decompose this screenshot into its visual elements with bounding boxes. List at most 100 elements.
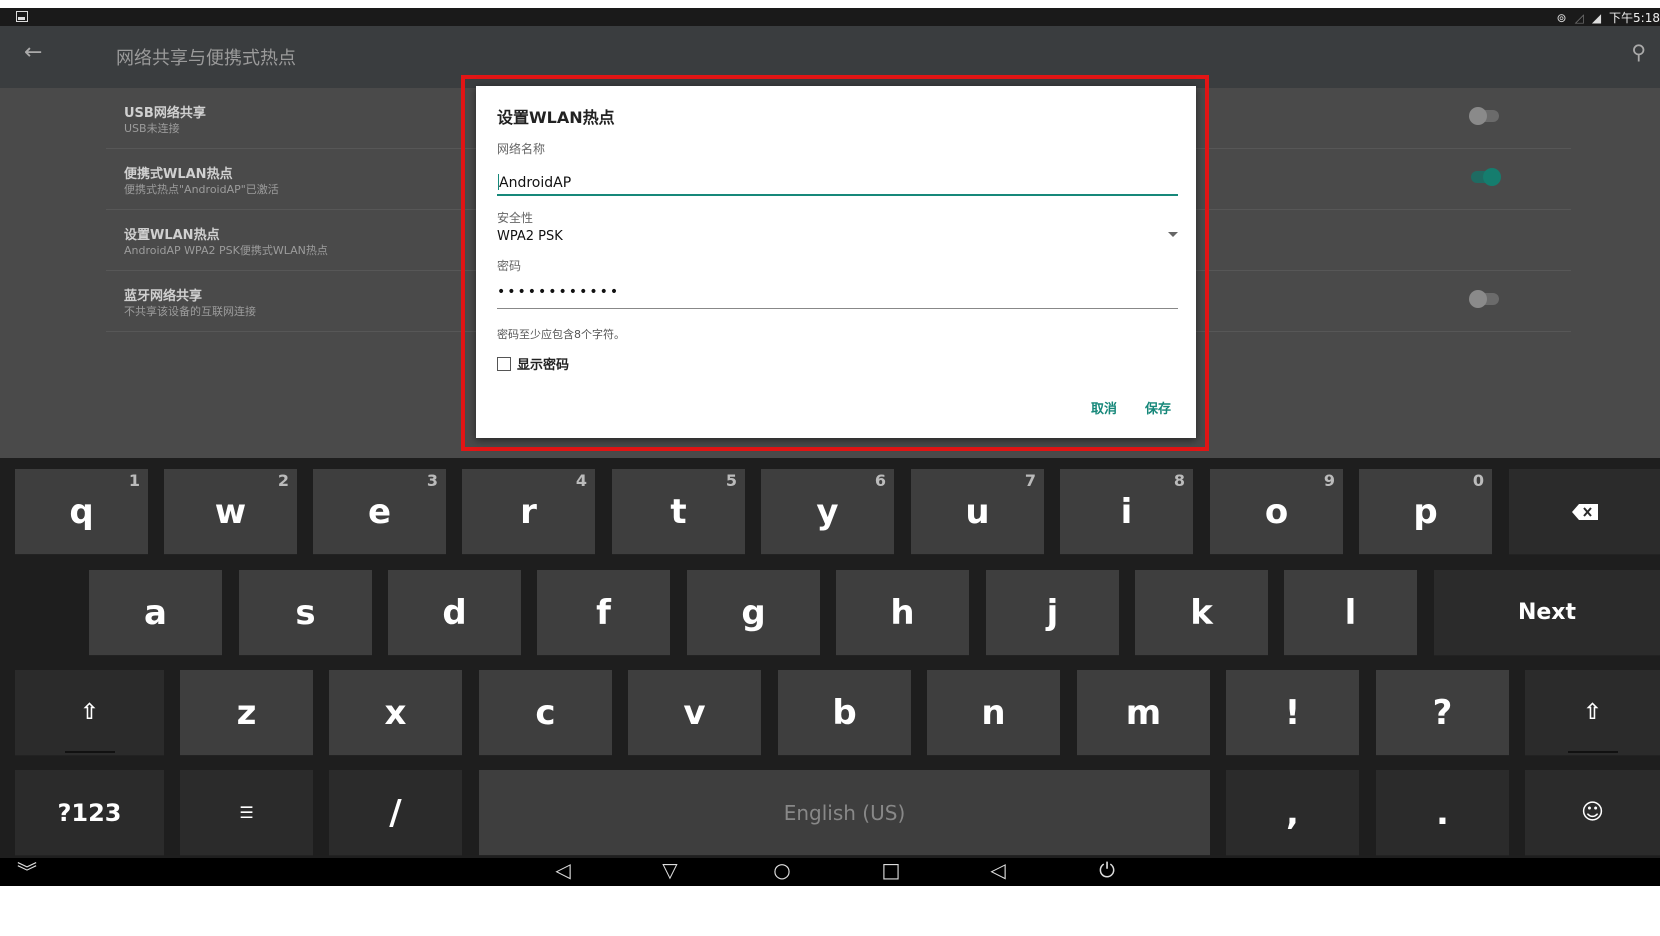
key-j[interactable]: j [986,570,1119,656]
key-label: w [214,491,247,532]
key-hint: 3 [426,471,438,490]
key-hint: 7 [1024,471,1036,490]
wlan-hotspot-toggle[interactable] [1471,168,1501,186]
android-screen: ⊚ ◿ ◢ 下午5:18 ← 网络共享与便携式热点 ⚲ USB网络共享 USB未… [0,8,1660,936]
key-u[interactable]: u7 [911,469,1044,555]
show-password-checkbox[interactable]: 显示密码 [497,354,569,373]
key-question[interactable]: ? [1376,670,1509,756]
sliders-icon: ☰ [239,803,254,822]
password-value: •••••••••••• [497,284,621,300]
key-l[interactable]: l [1284,570,1417,656]
key-q[interactable]: q1 [15,469,148,555]
ssid-value: AndroidAP [499,175,572,191]
key-c[interactable]: c [479,670,612,756]
save-button[interactable]: 保存 [1145,398,1171,417]
key-m[interactable]: m [1077,670,1210,756]
key-label: y [816,491,839,532]
dropdown-arrow-icon [1168,232,1178,237]
setting-title: 设置WLAN热点 [124,228,220,243]
key-f[interactable]: f [537,570,670,656]
settings-key[interactable]: ☰ [180,770,313,856]
volume-down-icon[interactable]: ◁ [548,858,578,882]
key-n[interactable]: n [927,670,1060,756]
key-h[interactable]: h [836,570,969,656]
next-key[interactable]: Next [1434,570,1660,656]
volume-up-icon[interactable]: ◁ [983,858,1013,882]
smiley-icon: ☺ [1581,800,1604,825]
key-i[interactable]: i8 [1060,469,1193,555]
dialog-title: 设置WLAN热点 [497,108,615,127]
setting-title: USB网络共享 [124,106,206,121]
key-label: u [965,491,990,532]
key-p[interactable]: p0 [1359,469,1492,555]
shift-icon: ⇧ [1583,700,1602,725]
back-arrow-icon[interactable]: ← [24,40,42,65]
hide-keyboard-icon[interactable]: ︾ [12,858,42,884]
symbols-key[interactable]: ?123 [15,770,164,856]
key-x[interactable]: x [329,670,462,756]
space-key[interactable]: English (US) [479,770,1210,856]
key-y[interactable]: y6 [761,469,894,555]
usb-tethering-toggle[interactable] [1469,107,1499,125]
backspace-key[interactable] [1509,469,1660,555]
toggle-knob [1469,107,1487,125]
home-circle-icon[interactable]: ○ [767,858,797,882]
key-g[interactable]: g [687,570,820,656]
key-hint: 6 [874,471,886,490]
security-label: 安全性 [497,211,534,225]
back-triangle-icon[interactable]: ▽ [655,858,685,882]
page-title: 网络共享与便携式热点 [116,48,296,69]
key-b[interactable]: b [778,670,911,756]
power-icon[interactable]: ⏻ [1092,858,1122,882]
search-icon[interactable]: ⚲ [1631,40,1646,64]
key-comma[interactable]: , [1226,770,1359,856]
key-label: t [670,491,687,532]
key-hint: 4 [575,471,587,490]
show-password-label: 显示密码 [517,358,570,373]
key-slash[interactable]: / [329,770,462,856]
emoji-key[interactable]: ☺ [1525,770,1660,856]
setting-title: 蓝牙网络共享 [124,289,203,304]
password-label: 密码 [497,259,522,273]
security-select[interactable]: WPA2 PSK [497,228,1178,246]
checkbox-box [497,356,511,371]
key-s[interactable]: s [239,570,372,656]
key-w[interactable]: w2 [164,469,297,555]
key-z[interactable]: z [180,670,313,756]
setting-subtitle: 不共享该设备的互联网连接 [124,305,256,318]
key-k[interactable]: k [1135,570,1268,656]
cancel-button[interactable]: 取消 [1091,398,1117,417]
ssid-input[interactable]: AndroidAP [497,174,1178,196]
soft-keyboard: q1 w2 e3 r4 t5 y6 u7 i8 o9 p0 a s d f g … [0,458,1660,858]
shift-right-key[interactable]: ⇧ [1525,670,1660,756]
recents-square-icon[interactable]: □ [876,858,906,882]
key-label: i [1120,491,1133,532]
shift-left-key[interactable]: ⇧ [15,670,164,756]
key-v[interactable]: v [628,670,761,756]
key-label: q [69,491,94,532]
setting-subtitle: 便携式热点"AndroidAP"已激活 [124,183,279,196]
hotspot-icon: ⊚ [1556,10,1567,25]
key-label: r [520,491,537,532]
screenshot-icon [16,11,28,22]
key-label: o [1264,491,1289,532]
key-a[interactable]: a [89,570,222,656]
key-underline [1567,751,1618,753]
key-e[interactable]: e3 [313,469,446,555]
toggle-knob [1483,168,1501,186]
password-input[interactable]: •••••••••••• [497,284,1178,309]
key-t[interactable]: t5 [612,469,745,555]
hotspot-dialog: 设置WLAN热点 网络名称 AndroidAP 安全性 WPA2 PSK 密码 … [476,86,1196,438]
key-r[interactable]: r4 [462,469,595,555]
setting-subtitle: AndroidAP WPA2 PSK便携式WLAN热点 [124,244,328,257]
password-hint: 密码至少应包含8个字符。 [497,328,625,341]
key-o[interactable]: o9 [1210,469,1343,555]
bluetooth-tethering-toggle[interactable] [1469,290,1499,308]
wifi-signal-icon: ◿ [1574,10,1584,25]
key-label: e [367,491,392,532]
key-period[interactable]: . [1376,770,1509,856]
key-exclamation[interactable]: ! [1226,670,1359,756]
key-hint: 1 [128,471,140,490]
key-hint: 9 [1323,471,1335,490]
key-d[interactable]: d [388,570,521,656]
